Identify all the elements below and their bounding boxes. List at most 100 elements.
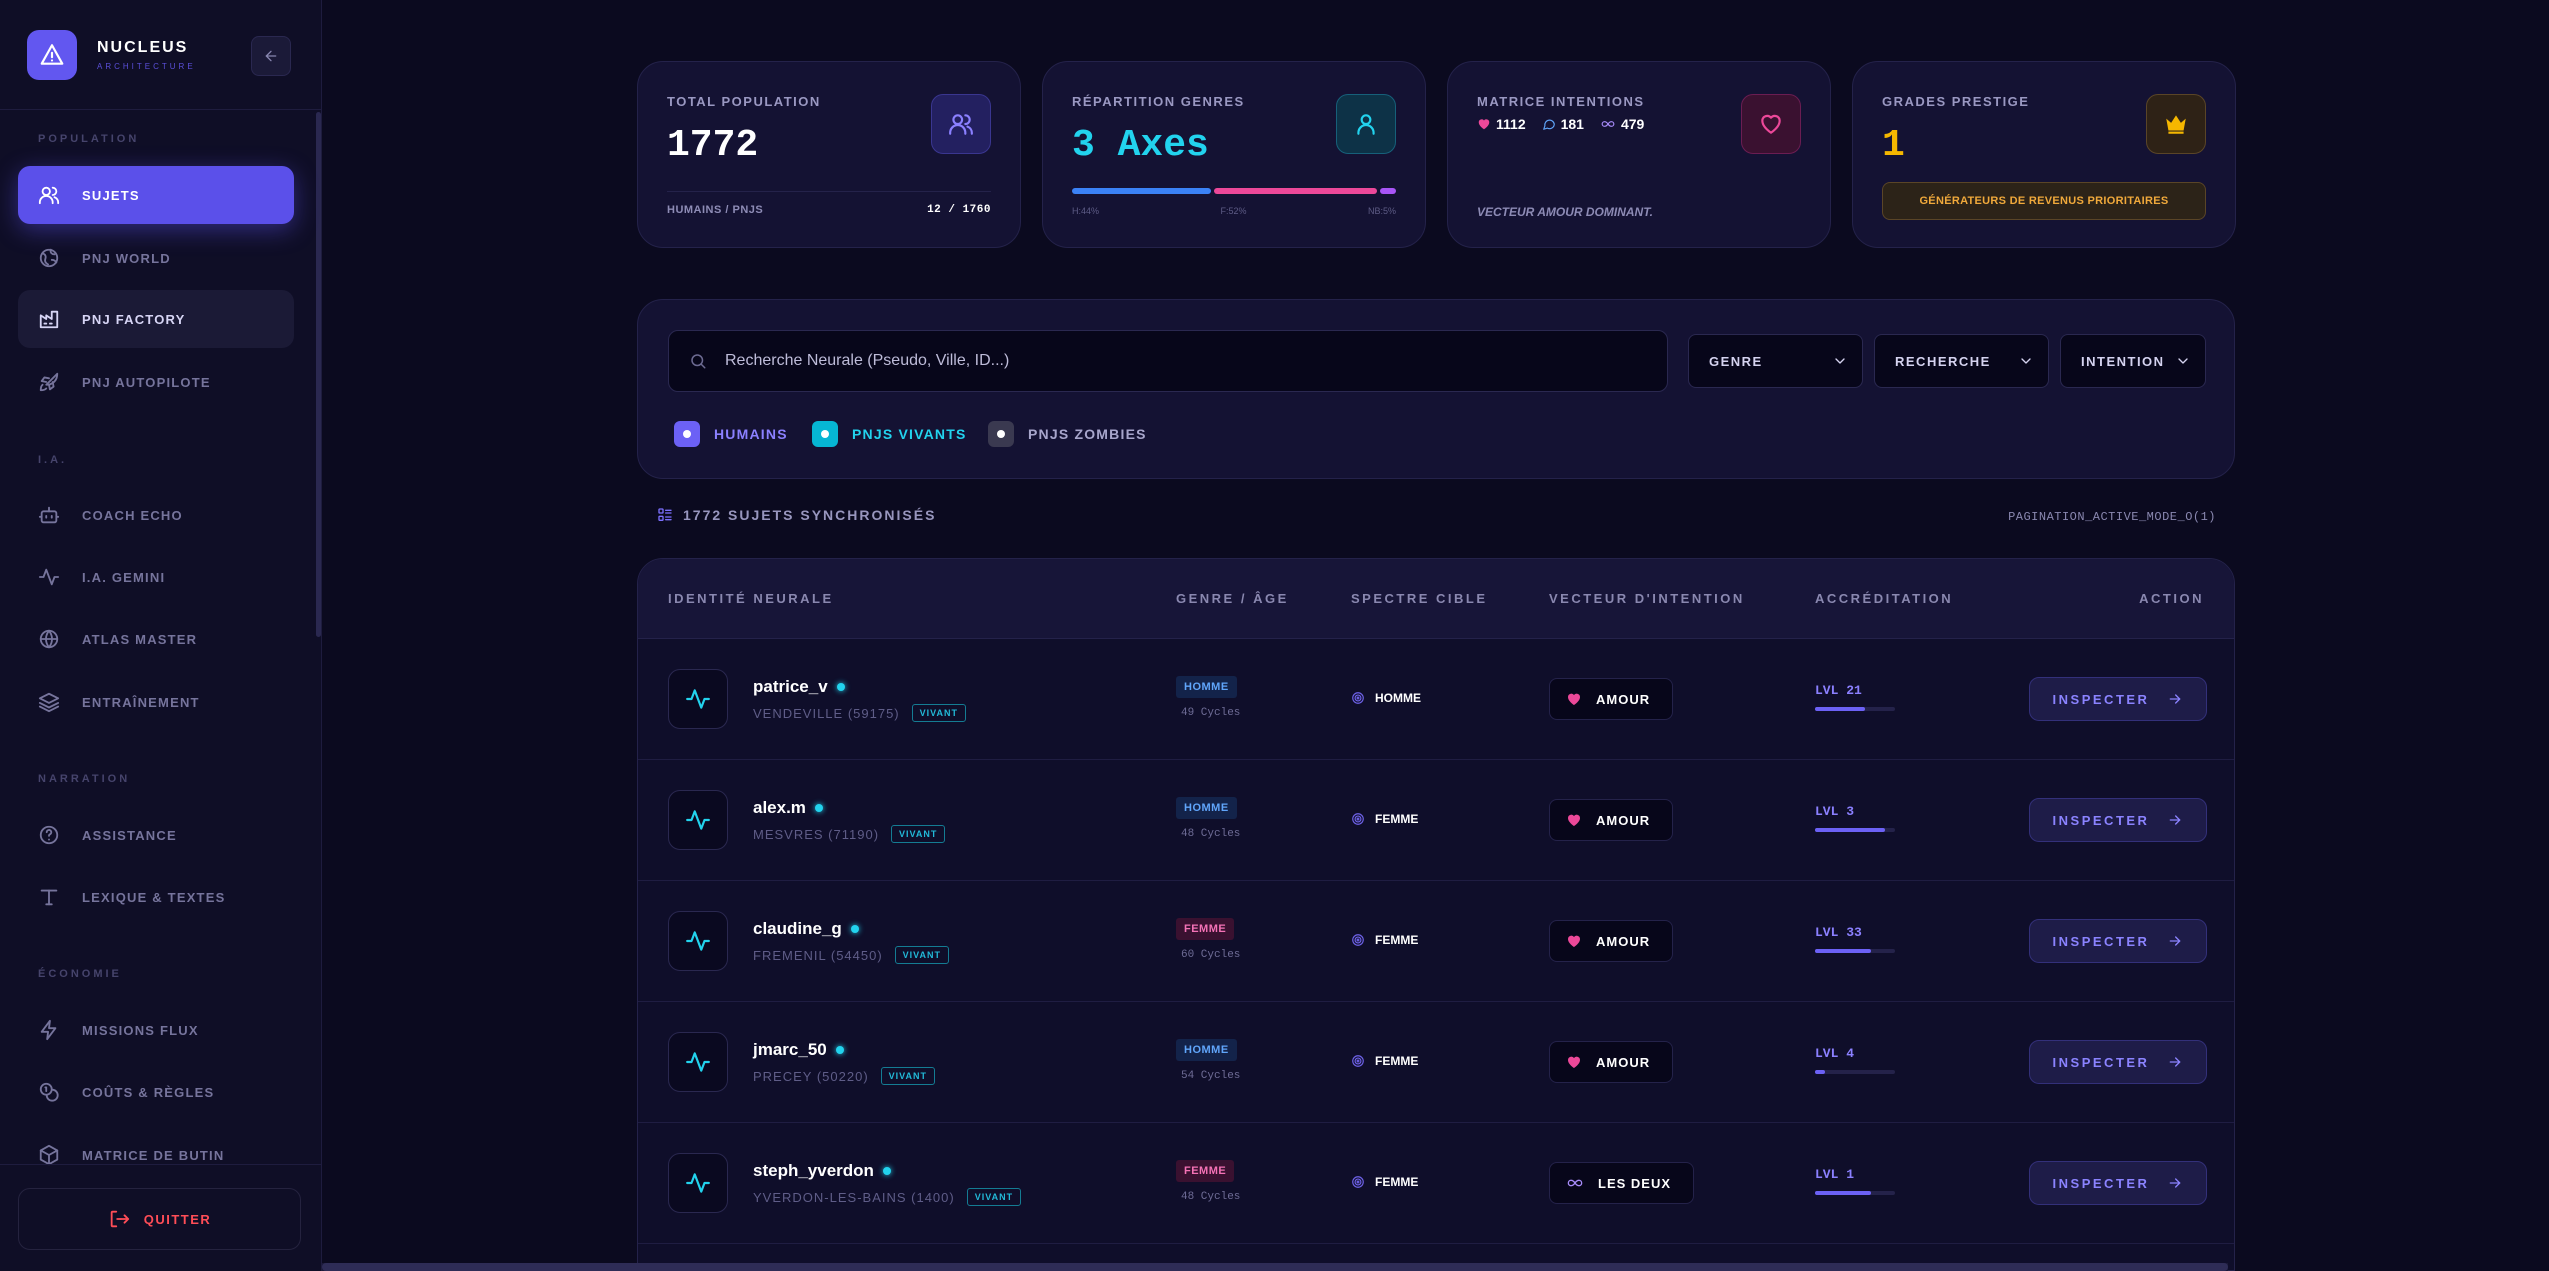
status-badge: VIVANT (891, 825, 946, 843)
arrow-right-icon (2170, 694, 2181, 704)
sidebar-item-matrice-butin[interactable]: MATRICE DE BUTIN (18, 1126, 294, 1184)
table-row: jmarc_50 PRECEY (50220) VIVANT HOMME 54 C… (638, 1002, 2234, 1123)
genres-value: 3 Axes (1072, 124, 1209, 167)
subject-name[interactable]: steph_yverdon (753, 1161, 891, 1181)
table-row: alex.m MESVRES (71190) VIVANT HOMME 48 Cy… (638, 760, 2234, 881)
col-intention: VECTEUR D'INTENTION (1549, 591, 1745, 606)
gender-bar-female (1213, 188, 1378, 194)
inspect-button[interactable]: INSPECTER (2029, 919, 2207, 963)
status-badge: VIVANT (911, 704, 966, 722)
list-count-label: 1772 SUJETS SYNCHRONISÉS (683, 507, 937, 523)
age-cycles: 48 Cycles (1181, 828, 1241, 840)
stat-card-intentions: MATRICE INTENTIONS 1112 181 479 VECTEUR … (1447, 61, 1831, 248)
humains-pnjs-value: 12 / 1760 (927, 204, 991, 216)
warning-triangle-icon (27, 30, 77, 80)
sidebar: NUCLEUS ARCHITECTURE POPULATION SUJETS P… (0, 0, 322, 1271)
recherche-select[interactable]: RECHERCHE (1874, 334, 2049, 388)
online-dot-icon (835, 1046, 844, 1054)
level-progress-bar (1815, 828, 1895, 832)
subject-name[interactable]: alex.m (753, 798, 823, 818)
filter-chip-pnjs-vivants[interactable]: PNJS VIVANTS (812, 421, 967, 447)
target-icon (1352, 1176, 1364, 1188)
stat-card-prestige: GRADES PRESTIGE 1 GÉNÉRATEURS DE REVENUS… (1852, 61, 2236, 248)
intent-vector: AMOUR (1549, 920, 1674, 962)
accreditation-level: LVL 21 (1815, 683, 1862, 698)
sidebar-item-ia-gemini[interactable]: I.A. GEMINI (18, 548, 294, 606)
inspect-button[interactable]: INSPECTER (2029, 677, 2207, 721)
sidebar-item-couts-regles[interactable]: COÛTS & RÈGLES (18, 1063, 294, 1121)
activity-icon (668, 911, 728, 971)
sidebar-item-label: MISSIONS FLUX (82, 1022, 199, 1038)
bot-icon (38, 506, 60, 524)
gender-badge: HOMME (1176, 676, 1237, 698)
search-icon (691, 354, 706, 369)
table-row: steph_yverdon YVERDON-LES-BAINS (1400) VI… (638, 1123, 2234, 1244)
sidebar-item-label: COACH ECHO (82, 507, 183, 523)
sidebar-item-missions-flux[interactable]: MISSIONS FLUX (18, 1001, 294, 1059)
text-icon (40, 889, 58, 906)
crown-icon (2146, 94, 2206, 154)
list-count: 1772 SUJETS SYNCHRONISÉS (657, 507, 936, 523)
genre-select[interactable]: GENRE (1688, 334, 1863, 388)
box-icon (39, 1144, 59, 1166)
collapse-sidebar-button[interactable] (251, 36, 291, 76)
search-input[interactable] (725, 352, 1625, 370)
subject-name[interactable]: patrice_v (753, 677, 845, 697)
activity-icon (668, 669, 728, 729)
brand: NUCLEUS ARCHITECTURE (27, 30, 196, 80)
intention-select[interactable]: INTENTION (2060, 334, 2206, 388)
sidebar-item-label: MATRICE DE BUTIN (82, 1147, 225, 1163)
subject-name[interactable]: jmarc_50 (753, 1040, 844, 1060)
intent-counts: 1112 181 479 (1477, 116, 1660, 132)
globe-icon (39, 248, 59, 268)
select-label: RECHERCHE (1895, 353, 1991, 369)
subject-location: VENDEVILLE (59175) VIVANT (753, 704, 966, 722)
horizontal-scrollbar[interactable] (322, 1263, 2228, 1271)
status-badge: VIVANT (894, 946, 950, 964)
sidebar-item-sujets[interactable]: SUJETS (18, 166, 294, 224)
sidebar-item-entrainement[interactable]: ENTRAÎNEMENT (18, 673, 294, 731)
infinity-icon (1601, 121, 1615, 127)
heart-icon (1568, 693, 1580, 705)
sidebar-scrollbar[interactable] (316, 112, 321, 637)
arrow-right-icon (2170, 936, 2181, 946)
coins-icon (39, 1082, 59, 1102)
table-row: patrice_v VENDEVILLE (59175) VIVANT HOMME… (638, 639, 2234, 760)
section-economie: ÉCONOMIE (38, 968, 122, 980)
inspect-button[interactable]: INSPECTER (2029, 1161, 2207, 1205)
intent-vector: AMOUR (1549, 799, 1674, 841)
inspect-button[interactable]: INSPECTER (2029, 798, 2207, 842)
quit-button[interactable]: QUITTER (18, 1188, 301, 1250)
online-dot-icon (882, 1167, 891, 1175)
layers-icon (38, 692, 60, 713)
infinity-icon (1567, 1179, 1583, 1187)
col-action: ACTION (2139, 591, 2204, 606)
sidebar-item-pnj-factory[interactable]: PNJ FACTORY (18, 290, 294, 348)
heart-icon (1568, 814, 1580, 826)
sidebar-item-pnj-autopilote[interactable]: PNJ AUTOPILOTE (18, 353, 294, 411)
inspect-button[interactable]: INSPECTER (2029, 1040, 2207, 1084)
sidebar-item-assistance[interactable]: ASSISTANCE (18, 806, 294, 864)
sidebar-item-lexique-textes[interactable]: LEXIQUE & TEXTES (18, 868, 294, 926)
gender-labels: H:44% F:52% NB:5% (1072, 206, 1396, 216)
arrow-right-icon (2170, 1057, 2181, 1067)
sidebar-item-pnj-world[interactable]: PNJ WORLD (18, 229, 294, 287)
sidebar-item-atlas-master[interactable]: ATLAS MASTER (18, 610, 294, 668)
filter-chip-pnjs-zombies[interactable]: PNJS ZOMBIES (988, 421, 1147, 447)
logout-icon (110, 1210, 129, 1228)
sidebar-item-label: COÛTS & RÈGLES (82, 1084, 215, 1100)
filter-chip-humains[interactable]: HUMAINS (674, 421, 788, 447)
chevron-down-icon (2178, 358, 2188, 364)
factory-icon (39, 310, 59, 329)
heart-icon (1568, 1056, 1580, 1068)
subject-location: YVERDON-LES-BAINS (1400) VIVANT (753, 1188, 1022, 1206)
level-progress-bar (1815, 1191, 1895, 1195)
online-dot-icon (836, 683, 845, 691)
sidebar-item-coach-echo[interactable]: COACH ECHO (18, 486, 294, 544)
users-icon (931, 94, 991, 154)
subject-name[interactable]: claudine_g (753, 919, 859, 939)
checkbox-icon (988, 421, 1014, 447)
user-icon (1336, 94, 1396, 154)
gender-badge: HOMME (1176, 1039, 1237, 1061)
search-box (668, 330, 1668, 392)
